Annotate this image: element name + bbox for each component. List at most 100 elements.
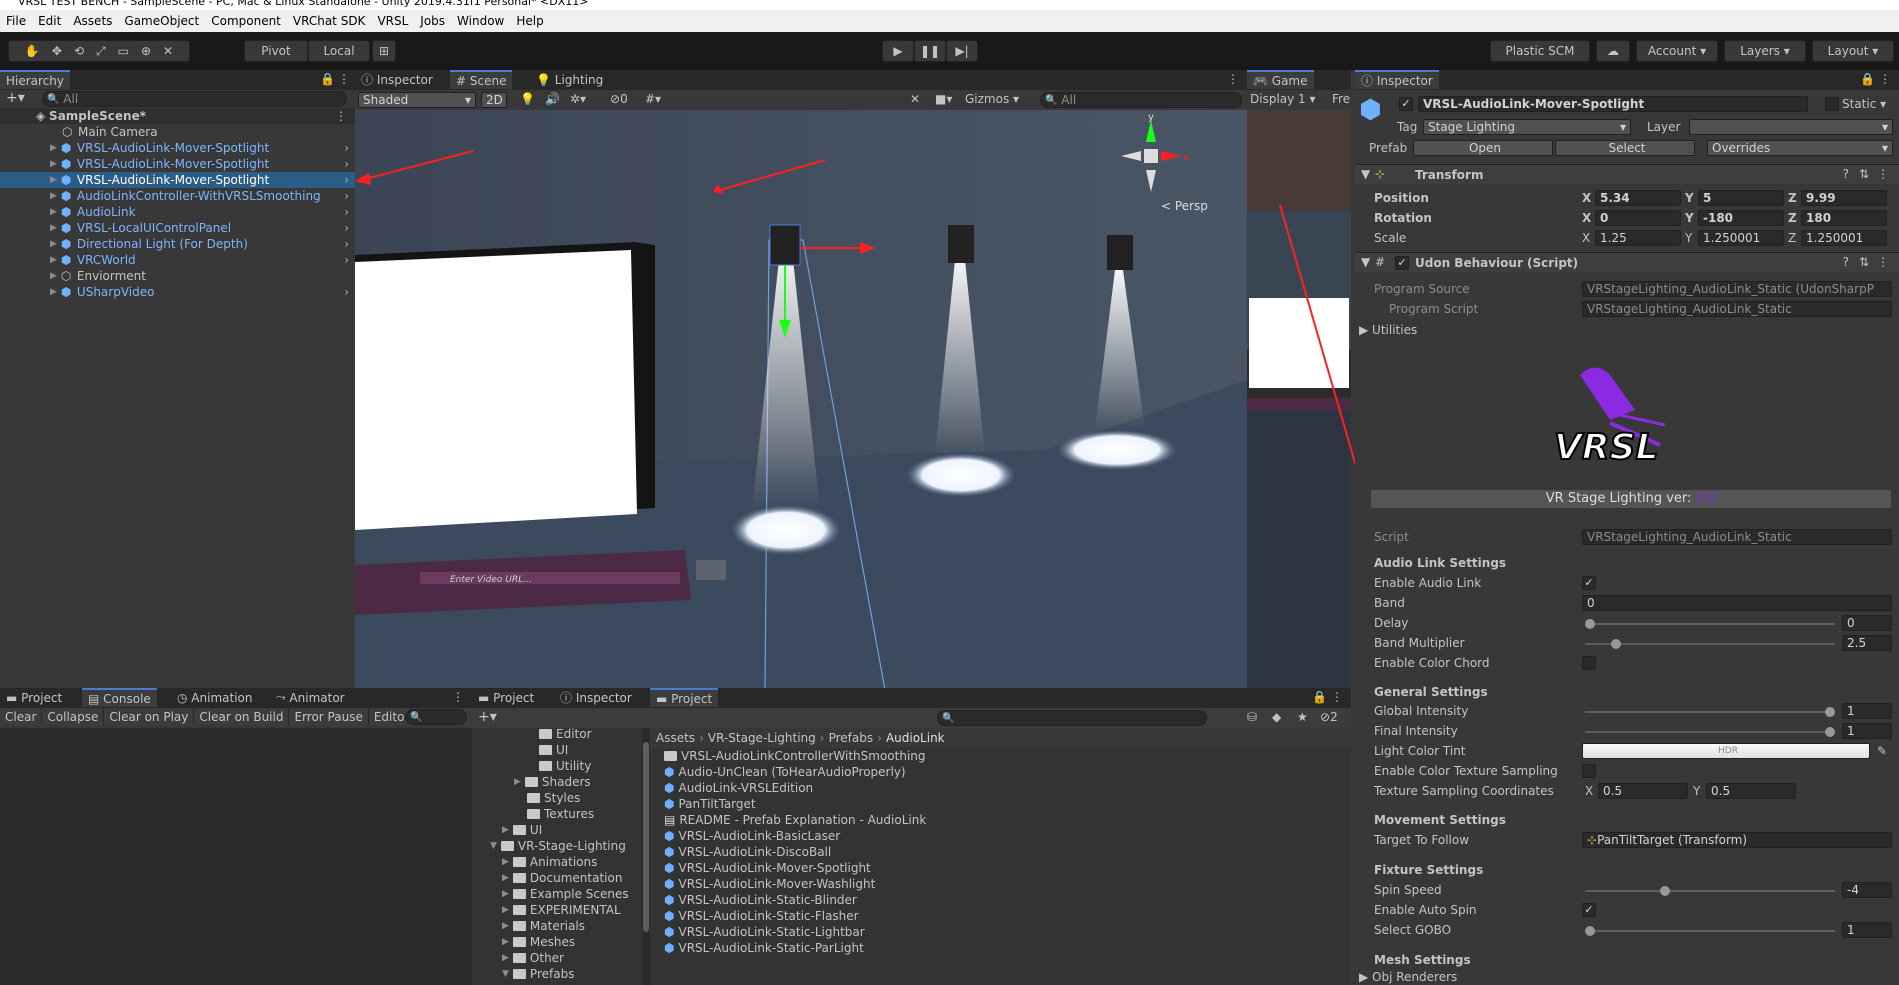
expand-arrow-icon[interactable]: ▶ bbox=[50, 191, 57, 201]
expand-arrow-icon[interactable]: ▶ bbox=[50, 207, 57, 217]
transform-rot-x-field[interactable]: 0 bbox=[1595, 210, 1681, 226]
project-tree-folder[interactable]: ▶ UI bbox=[502, 822, 542, 838]
project-lock-icon[interactable]: 🔒 bbox=[1312, 690, 1327, 704]
project-file-item[interactable]: ⬢ VRSL-AudioLink-Static-Flasher bbox=[664, 908, 859, 924]
audio-toggle-icon[interactable]: 🔊 bbox=[545, 92, 560, 106]
help-icon[interactable]: ? bbox=[1843, 255, 1849, 269]
grid-snap-icon[interactable]: ⊞ bbox=[372, 40, 396, 62]
spin-speed-field[interactable]: -4 bbox=[1842, 882, 1892, 898]
select-gobo-field[interactable]: 1 bbox=[1842, 922, 1892, 938]
open-prefab-chevron-icon[interactable]: › bbox=[344, 173, 349, 187]
play-button[interactable]: ▶ bbox=[882, 40, 914, 62]
project-tree-folder[interactable]: ▼ VR-Stage-Lighting bbox=[490, 838, 626, 854]
object-name-field[interactable]: VRSL-AudioLink-Mover-Spotlight bbox=[1418, 96, 1808, 112]
rect-tool-icon[interactable]: ▭ bbox=[118, 44, 129, 58]
expand-arrow-icon[interactable]: ▼ bbox=[490, 841, 497, 851]
open-prefab-chevron-icon[interactable]: › bbox=[344, 205, 349, 219]
layout-dropdown[interactable]: Layout ▾ bbox=[1812, 40, 1894, 62]
global-intensity-handle[interactable] bbox=[1825, 707, 1835, 717]
help-icon[interactable]: ? bbox=[1843, 167, 1849, 181]
tab-inspector[interactable]: ⓘ Inspector bbox=[1355, 70, 1439, 89]
transform-rot-y-field[interactable]: -180 bbox=[1698, 210, 1784, 226]
tab-hierarchy[interactable]: Hierarchy bbox=[0, 70, 71, 89]
light-color-tint-swatch[interactable]: HDR bbox=[1582, 743, 1870, 759]
prefab-select-button[interactable]: Select bbox=[1555, 140, 1695, 156]
global-intensity-slider[interactable] bbox=[1585, 707, 1835, 717]
perspective-label[interactable]: < Persp bbox=[1161, 199, 1208, 213]
tex-y-field[interactable]: 0.5 bbox=[1706, 783, 1796, 799]
project-menu-icon[interactable]: ⋮ bbox=[1331, 690, 1343, 704]
axis-label-y[interactable]: Y bbox=[1685, 211, 1694, 225]
grid-toggle-icon[interactable]: #▾ bbox=[645, 92, 661, 106]
open-prefab-chevron-icon[interactable]: › bbox=[344, 189, 349, 203]
spin-speed-handle[interactable] bbox=[1660, 886, 1670, 896]
menu-dots-icon[interactable]: ⋮ bbox=[338, 72, 350, 86]
open-prefab-chevron-icon[interactable]: › bbox=[344, 157, 349, 171]
project-file-item[interactable]: ⬢ VRSL-AudioLink-Static-ParLight bbox=[664, 940, 864, 956]
open-prefab-chevron-icon[interactable]: › bbox=[344, 285, 349, 299]
transform-scl-y-field[interactable]: 1.250001 bbox=[1698, 230, 1784, 246]
pivot-button[interactable]: Pivot bbox=[244, 40, 308, 62]
axis-label-y[interactable]: Y bbox=[1685, 191, 1694, 205]
global-intensity-field[interactable]: 1 bbox=[1842, 703, 1892, 719]
menu-item-jobs[interactable]: Jobs bbox=[420, 14, 445, 28]
scene-menu-icon[interactable]: ⋮ bbox=[335, 109, 347, 123]
component-menu-icon[interactable]: ⋮ bbox=[1877, 167, 1889, 181]
project-file-item[interactable]: ⬢ VRSL-AudioLink-Static-Blinder bbox=[664, 892, 857, 908]
hidden-packages-icon[interactable]: ⊘2 bbox=[1320, 710, 1338, 724]
layer-dropdown[interactable]: ▾ bbox=[1689, 119, 1893, 135]
project-tree-folder[interactable]: ▶ EXPERIMENTAL bbox=[502, 902, 621, 918]
menu-item-gameobject[interactable]: GameObject bbox=[124, 14, 199, 28]
pause-button[interactable]: ❚❚ bbox=[914, 40, 946, 62]
console-collapse-button[interactable]: Collapse bbox=[42, 708, 105, 726]
expand-arrow-icon[interactable]: ▶ bbox=[50, 159, 57, 169]
favorites-icon[interactable]: ★ bbox=[1297, 710, 1308, 724]
utilities-foldout[interactable]: ▶ Utilities bbox=[1359, 323, 1417, 337]
eyedropper-icon[interactable]: ✎ bbox=[1877, 744, 1887, 758]
tab-lighting[interactable]: 💡 Lighting bbox=[530, 70, 609, 89]
plastic-scm-button[interactable]: Plastic SCM bbox=[1490, 40, 1590, 62]
menu-item-vrchat-sdk[interactable]: VRChat SDK bbox=[293, 14, 366, 28]
hierarchy-item[interactable]: ▶ ⬢ USharpVideo › bbox=[0, 284, 355, 300]
expand-arrow-icon[interactable]: ▶ bbox=[50, 287, 57, 297]
expand-arrow-icon[interactable]: ▶ bbox=[502, 873, 509, 883]
hierarchy-item[interactable]: ▶ ⬢ AudioLinkController-WithVRSLSmoothing › bbox=[0, 188, 355, 204]
expand-arrow-icon[interactable]: ▶ bbox=[50, 239, 57, 249]
project-tree-folder[interactable]: ▶ Other bbox=[502, 950, 564, 966]
tab-scene[interactable]: # Scene bbox=[450, 70, 513, 89]
project-tree-folder[interactable]: ▶ Documentation bbox=[502, 870, 622, 886]
menu-item-component[interactable]: Component bbox=[211, 14, 281, 28]
breadcrumb-item[interactable]: AudioLink bbox=[886, 731, 945, 745]
rotate-tool-icon[interactable]: ⟲ bbox=[74, 44, 84, 58]
active-checkbox[interactable]: ✓ bbox=[1399, 97, 1413, 111]
free-aspect-dropdown[interactable]: Fre bbox=[1332, 92, 1350, 106]
hidden-objects-icon[interactable]: ⊘0 bbox=[610, 92, 628, 106]
project-tree-folder[interactable]: ▶ Materials bbox=[502, 918, 585, 934]
lighting-toggle-icon[interactable]: 💡 bbox=[520, 92, 535, 106]
delay-field[interactable]: 0 bbox=[1842, 615, 1892, 631]
project-file-item[interactable]: ⬢ AudioLink-VRSLEdition bbox=[664, 780, 813, 796]
expand-arrow-icon[interactable]: ▶ bbox=[502, 889, 509, 899]
udon-enabled-checkbox[interactable]: ✓ bbox=[1395, 256, 1409, 270]
menu-item-edit[interactable]: Edit bbox=[38, 14, 61, 28]
axis-label-x[interactable]: X bbox=[1582, 211, 1591, 225]
band-field[interactable]: 0 bbox=[1582, 595, 1892, 611]
transform-pos-z-field[interactable]: 9.99 bbox=[1801, 190, 1887, 206]
final-intensity-field[interactable]: 1 bbox=[1842, 723, 1892, 739]
transform-scl-x-field[interactable]: 1.25 bbox=[1595, 230, 1681, 246]
hierarchy-item[interactable]: ▶ ⬢ VRSL-AudioLink-Mover-Spotlight › bbox=[0, 156, 355, 172]
scene-search-input[interactable]: 🔍 All bbox=[1040, 92, 1242, 108]
tab-game[interactable]: 🎮 Game bbox=[1247, 70, 1314, 89]
console-clear-button[interactable]: Clear bbox=[0, 708, 43, 726]
select-gobo-handle[interactable] bbox=[1585, 926, 1595, 936]
select-gobo-slider[interactable] bbox=[1585, 926, 1835, 936]
move-tool-icon[interactable]: ✥ bbox=[52, 44, 62, 58]
console-menu-icon[interactable]: ⋮ bbox=[452, 690, 464, 704]
transform-pos-y-field[interactable]: 5 bbox=[1698, 190, 1784, 206]
tab-project-2[interactable]: ▬ Project bbox=[650, 688, 719, 707]
tag-dropdown[interactable]: Stage Lighting ▾ bbox=[1423, 119, 1631, 135]
axis-label-z[interactable]: Z bbox=[1788, 211, 1797, 225]
menu-item-window[interactable]: Window bbox=[457, 14, 504, 28]
expand-arrow-icon[interactable]: ▶ bbox=[502, 857, 509, 867]
lock-icon[interactable]: 🔒 bbox=[320, 72, 335, 86]
